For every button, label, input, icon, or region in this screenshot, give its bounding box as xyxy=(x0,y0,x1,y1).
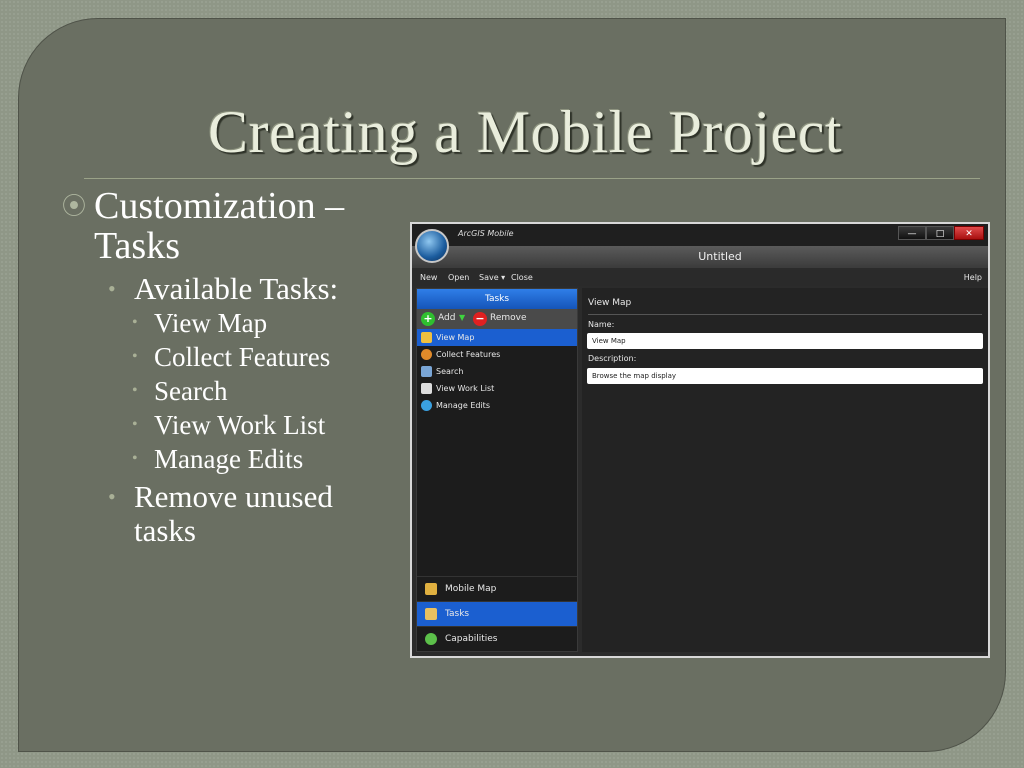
task-item-label: Search xyxy=(436,367,464,376)
task-item-label: View Map xyxy=(436,333,475,342)
task-details-pane: View Map Name: View Map Description: Bro… xyxy=(582,288,988,652)
nav-label: Mobile Map xyxy=(445,584,497,594)
search-icon xyxy=(421,366,432,377)
nav-mobile-map[interactable]: Mobile Map xyxy=(417,576,577,601)
name-field[interactable]: View Map xyxy=(587,333,983,349)
sync-icon xyxy=(421,400,432,411)
dot-icon: • xyxy=(132,416,138,433)
menu-open[interactable]: Open xyxy=(448,273,469,282)
menu-new[interactable]: New xyxy=(420,273,437,282)
details-title: View Map xyxy=(588,298,632,308)
close-button[interactable]: ✕ xyxy=(954,226,984,240)
task-item-view-map[interactable]: View Map xyxy=(417,329,577,346)
mobile-map-icon xyxy=(425,583,437,595)
task-item-label: Manage Edits xyxy=(436,401,490,410)
arcgis-mobile-window: ArcGIS Mobile — □ ✕ Untitled New Open Sa… xyxy=(410,222,990,658)
sub-bullet-text: Available Tasks: xyxy=(134,271,339,306)
nav-capabilities[interactable]: Capabilities xyxy=(417,626,577,651)
app-name: ArcGIS Mobile xyxy=(458,229,514,238)
sub-bullet-text-line1: Remove unused xyxy=(134,479,333,514)
bullet-text-line1: Customization – xyxy=(94,185,345,227)
name-label: Name: xyxy=(588,320,615,329)
tasks-header: Tasks xyxy=(417,289,577,309)
arcgis-logo-icon[interactable] xyxy=(415,229,449,263)
remove-button[interactable]: Remove xyxy=(490,313,527,323)
task-bullet-text: Search xyxy=(154,376,228,406)
menu-help[interactable]: Help xyxy=(964,273,982,282)
description-field[interactable]: Browse the map display xyxy=(587,368,983,384)
dot-icon: • xyxy=(132,382,138,399)
task-bullet: • Collect Features xyxy=(132,340,412,374)
sub-bullet-text-line2: tasks xyxy=(134,513,196,548)
maximize-button[interactable]: □ xyxy=(926,226,954,240)
dot-icon: • xyxy=(132,314,138,331)
capabilities-icon xyxy=(425,633,437,645)
menu-save[interactable]: Save ▾ xyxy=(479,273,505,282)
menu-bar: New Open Save ▾ Close Help xyxy=(412,270,988,286)
document-header: Untitled xyxy=(412,246,988,268)
dot-icon: • xyxy=(108,276,116,301)
task-item-search[interactable]: Search xyxy=(417,363,577,380)
task-item-label: Collect Features xyxy=(436,350,501,359)
task-bullet: • Manage Edits xyxy=(132,442,412,476)
task-item-manage-edits[interactable]: Manage Edits xyxy=(417,397,577,414)
add-button[interactable]: Add xyxy=(438,313,455,323)
nav-label: Tasks xyxy=(445,609,470,619)
task-bullet-text: Manage Edits xyxy=(154,444,304,474)
task-bullet-text: Collect Features xyxy=(154,342,331,372)
task-item-label: View Work List xyxy=(436,384,495,393)
sub-bullet-remove-unused: • Remove unused tasks xyxy=(108,480,412,548)
task-item-collect-features[interactable]: Collect Features xyxy=(417,346,577,363)
map-icon xyxy=(421,332,432,343)
task-item-view-work-list[interactable]: View Work List xyxy=(417,380,577,397)
task-toolbar: + Add ▼ − Remove xyxy=(417,309,577,329)
dot-icon: • xyxy=(132,450,138,467)
slide-title: Creating a Mobile Project xyxy=(208,99,843,165)
bullet-customization: ⦿ Customization – Tasks xyxy=(62,186,412,266)
document-icon xyxy=(421,383,432,394)
details-divider xyxy=(588,314,982,315)
task-bullet-text: View Map xyxy=(154,308,268,338)
minimize-button[interactable]: — xyxy=(898,226,926,240)
dot-icon: • xyxy=(108,484,116,509)
nav-label: Capabilities xyxy=(445,634,498,644)
bottom-navigation: Mobile Map Tasks Capabilities xyxy=(417,576,577,651)
bullet-text-line2: Tasks xyxy=(94,225,181,267)
dot-icon: • xyxy=(132,348,138,365)
add-dropdown-icon[interactable]: ▼ xyxy=(459,313,465,322)
clipboard-icon xyxy=(425,608,437,620)
title-divider xyxy=(84,178,980,179)
window-titlebar[interactable]: ArcGIS Mobile — □ ✕ xyxy=(412,224,988,246)
description-label: Description: xyxy=(588,354,637,363)
task-bullet: • View Map xyxy=(132,306,412,340)
task-bullet: • View Work List xyxy=(132,408,412,442)
document-title: Untitled xyxy=(698,250,742,263)
tasks-pane: Tasks + Add ▼ − Remove View Map Collect … xyxy=(416,288,578,652)
sub-bullet-available-tasks: • Available Tasks: xyxy=(108,272,412,306)
bullet-list: ⦿ Customization – Tasks • Available Tasks… xyxy=(62,186,412,548)
nav-tasks[interactable]: Tasks xyxy=(417,601,577,626)
task-bullet: • Search xyxy=(132,374,412,408)
bullet-marker-icon: ⦿ xyxy=(62,192,86,220)
collect-icon xyxy=(421,349,432,360)
remove-icon[interactable]: − xyxy=(473,312,487,326)
window-controls: — □ ✕ xyxy=(898,226,984,240)
add-icon[interactable]: + xyxy=(421,312,435,326)
menu-close[interactable]: Close xyxy=(511,273,533,282)
task-bullet-text: View Work List xyxy=(154,410,326,440)
